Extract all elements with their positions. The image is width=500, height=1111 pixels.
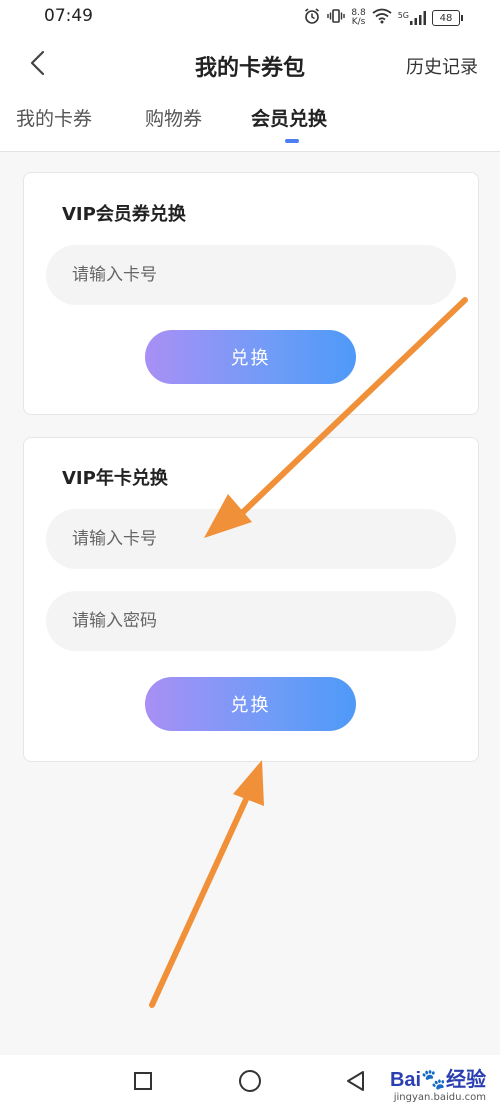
home-button[interactable] <box>222 1055 278 1111</box>
system-nav-bar: Bai🐾经验 jingyan.baidu.com <box>0 1055 500 1111</box>
paw-icon: 🐾 <box>421 1069 446 1091</box>
watermark-brand-prefix: Bai <box>389 1069 422 1091</box>
vip-coupon-card-title: VIP会员券兑换 <box>62 204 186 225</box>
status-icons: 8.8 K/s 5G 48 <box>303 5 463 31</box>
triangle-back-icon <box>345 1070 367 1096</box>
network-speed-unit: K/s <box>351 17 366 27</box>
recent-apps-button[interactable] <box>115 1055 171 1111</box>
signal-icon: 5G <box>398 11 426 25</box>
watermark-brand-suffix: 经验 <box>446 1069 486 1091</box>
vip-annual-card-title: VIP年卡兑换 <box>62 468 168 489</box>
vip-annual-password-input[interactable] <box>46 591 456 651</box>
vip-coupon-card-number-input[interactable] <box>46 245 456 305</box>
battery-level: 48 <box>439 12 453 24</box>
tab-member-redeem[interactable]: 会员兑换 <box>251 104 327 131</box>
watermark-url: jingyan.baidu.com <box>393 1092 486 1103</box>
status-time: 07:49 <box>44 6 93 26</box>
vibrate-icon <box>327 7 346 29</box>
tab-bar: 我的卡券 购物券 会员兑换 <box>0 104 500 148</box>
header: 我的卡券包 历史记录 我的卡券 购物券 会员兑换 <box>0 36 500 152</box>
active-tab-indicator <box>285 139 299 143</box>
signal-label: 5G <box>397 11 409 20</box>
arrow-to-redeem-button <box>149 760 264 1008</box>
network-speed: 8.8 K/s <box>351 9 365 27</box>
watermark-logo: Bai🐾经验 <box>390 1063 486 1092</box>
back-nav-button[interactable] <box>328 1055 384 1111</box>
tab-shopping-coupons[interactable]: 购物券 <box>145 104 202 131</box>
tab-my-coupons[interactable]: 我的卡券 <box>16 104 92 131</box>
history-records-link[interactable]: 历史记录 <box>406 53 478 79</box>
battery-indicator: 48 <box>432 10 463 26</box>
wifi-icon <box>372 8 392 28</box>
vip-coupon-card: VIP会员券兑换 兑换 <box>23 172 479 415</box>
vip-annual-card: VIP年卡兑换 兑换 <box>23 437 479 762</box>
baidu-jingyan-watermark: Bai🐾经验 jingyan.baidu.com <box>390 1063 486 1103</box>
circle-icon <box>238 1069 262 1097</box>
vip-annual-redeem-button[interactable]: 兑换 <box>145 677 356 731</box>
vip-coupon-redeem-button[interactable]: 兑换 <box>145 330 356 384</box>
vip-annual-card-number-input[interactable] <box>46 509 456 569</box>
status-bar: 07:49 8.8 K/s 5G 48 <box>0 0 500 36</box>
square-icon <box>133 1071 153 1095</box>
alarm-icon <box>303 7 321 29</box>
